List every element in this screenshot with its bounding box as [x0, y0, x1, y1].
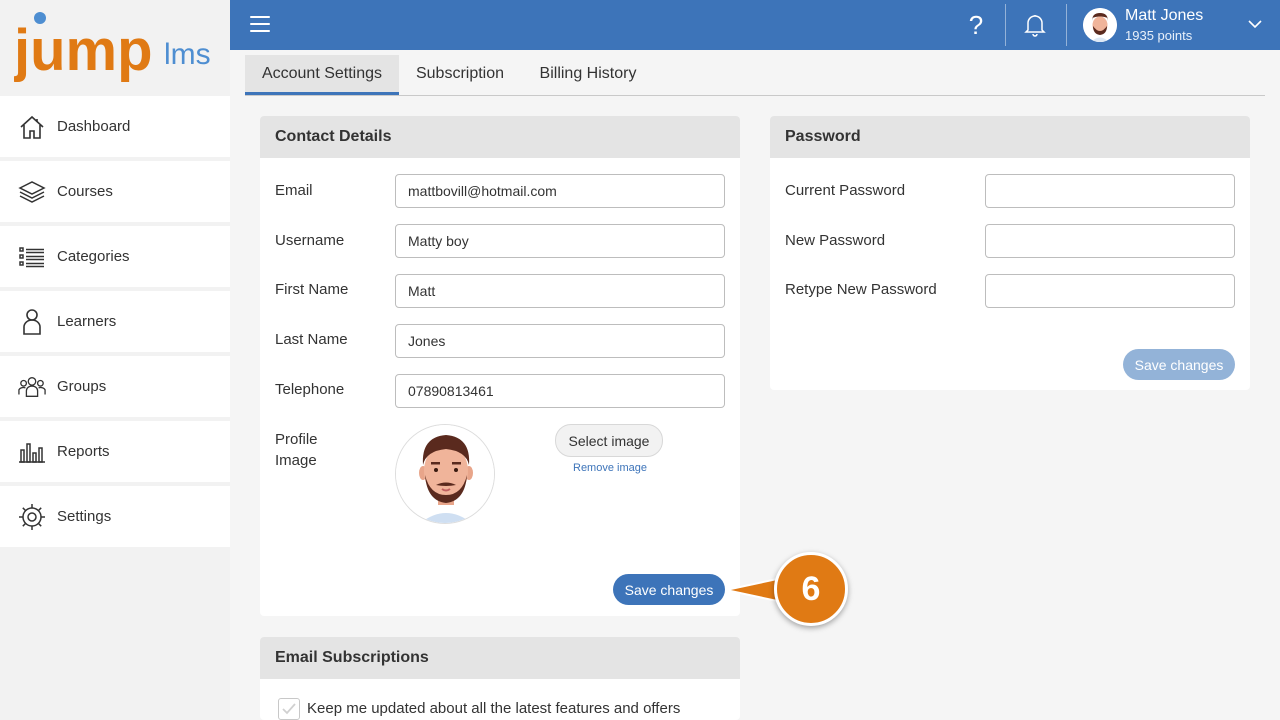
username-field[interactable] — [395, 224, 725, 258]
topbar-divider — [1005, 4, 1006, 46]
telephone-field[interactable] — [395, 374, 725, 408]
profile-image-label-line2: Image — [275, 452, 317, 469]
bell-icon[interactable] — [1024, 13, 1048, 37]
sidebar-item-settings[interactable]: Settings — [0, 486, 230, 547]
contact-details-panel: Contact Details Email Username First Nam… — [260, 116, 740, 616]
sidebar-item-reports[interactable]: Reports — [0, 421, 230, 482]
new-password-label: New Password — [785, 232, 886, 249]
logo-suffix: lms — [164, 38, 211, 71]
logo-text: jump — [14, 18, 153, 83]
hamburger-menu-icon[interactable] — [250, 16, 270, 34]
panel-title: Email Subscriptions — [260, 637, 740, 679]
books-icon — [18, 178, 46, 206]
user-points: 1935 points — [1125, 28, 1193, 43]
select-image-button[interactable]: Select image — [555, 424, 663, 457]
tab-subscription[interactable]: Subscription — [401, 55, 519, 95]
email-field[interactable] — [395, 174, 725, 208]
account-tabs: Account Settings Subscription Billing Hi… — [245, 55, 1265, 96]
panel-title: Contact Details — [260, 116, 740, 158]
sidebar-item-dashboard[interactable]: Dashboard — [0, 96, 230, 157]
bar-chart-icon — [18, 438, 46, 466]
password-panel: Password Current Password New Password R… — [770, 116, 1250, 390]
sidebar-item-groups[interactable]: Groups — [0, 356, 230, 417]
step-callout-badge: 6 — [774, 552, 848, 626]
current-password-field[interactable] — [985, 174, 1235, 208]
avatar[interactable] — [1083, 8, 1117, 42]
panel-title: Password — [770, 116, 1250, 158]
sidebar-item-categories[interactable]: Categories — [0, 226, 230, 287]
sidebar-item-label: Settings — [57, 508, 112, 525]
sidebar: jump lms Dashboard Courses Categories Le… — [0, 0, 230, 720]
jumplms-logo[interactable]: jump lms — [13, 10, 219, 90]
last-name-field[interactable] — [395, 324, 725, 358]
new-password-field[interactable] — [985, 224, 1235, 258]
sidebar-item-label: Categories — [57, 248, 130, 265]
topbar-divider — [1066, 4, 1067, 46]
top-bar: ? Matt Jones 1935 points — [230, 0, 1280, 50]
subscription-checkbox[interactable] — [278, 698, 300, 720]
help-icon[interactable]: ? — [966, 11, 986, 39]
chevron-down-icon[interactable] — [1248, 17, 1262, 31]
gear-icon — [18, 503, 46, 531]
save-contact-button[interactable]: Save changes — [613, 574, 725, 605]
email-label: Email — [275, 182, 313, 199]
sidebar-item-label: Reports — [57, 443, 110, 460]
sidebar-item-label: Groups — [57, 378, 107, 395]
username-label: Username — [275, 232, 345, 249]
home-icon — [18, 113, 46, 141]
retype-password-label: Retype New Password — [785, 281, 937, 298]
sidebar-item-label: Dashboard — [57, 118, 131, 135]
profile-image-label-line1: Profile — [275, 431, 318, 448]
sidebar-item-courses[interactable]: Courses — [0, 161, 230, 222]
list-icon — [18, 243, 46, 271]
profile-image — [395, 424, 495, 524]
user-name[interactable]: Matt Jones — [1125, 7, 1203, 25]
person-icon — [18, 308, 46, 336]
sidebar-item-label: Learners — [57, 313, 117, 330]
first-name-field[interactable] — [395, 274, 725, 308]
subscription-option-label: Keep me updated about all the latest fea… — [307, 700, 681, 717]
group-icon — [18, 373, 46, 401]
remove-image-link[interactable]: Remove image — [573, 462, 647, 474]
tab-account-settings[interactable]: Account Settings — [245, 55, 399, 95]
save-password-button[interactable]: Save changes — [1123, 349, 1235, 380]
tab-billing-history[interactable]: Billing History — [525, 55, 651, 95]
sidebar-item-label: Courses — [57, 183, 113, 200]
email-subscriptions-panel: Email Subscriptions Keep me updated abou… — [260, 637, 740, 720]
retype-password-field[interactable] — [985, 274, 1235, 308]
last-name-label: Last Name — [275, 331, 348, 348]
current-password-label: Current Password — [785, 182, 906, 199]
first-name-label: First Name — [275, 281, 349, 298]
sidebar-item-learners[interactable]: Learners — [0, 291, 230, 352]
telephone-label: Telephone — [275, 381, 345, 398]
